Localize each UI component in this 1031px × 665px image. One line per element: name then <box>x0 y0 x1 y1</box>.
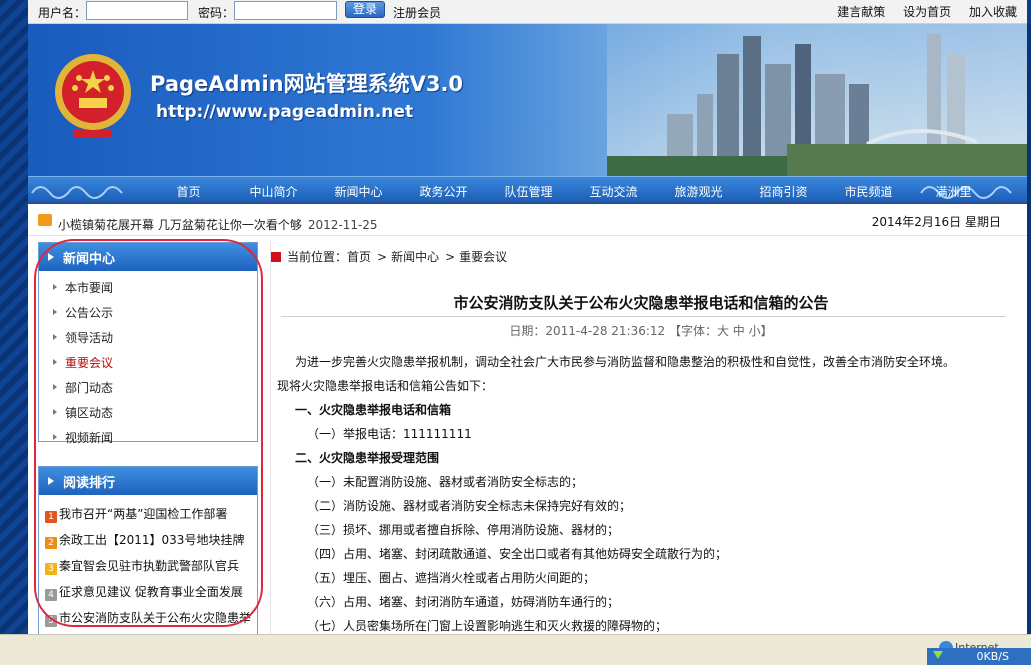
nav-item-investment[interactable]: 招商引资 <box>741 183 826 200</box>
download-arrow-icon <box>933 651 943 659</box>
site-title: PageAdmin网站管理系统V3.0 <box>150 72 464 96</box>
page-background-right <box>1027 24 1031 634</box>
breadcrumb-news-center[interactable]: 新闻中心 <box>391 250 439 264</box>
login-bar: 用户名： 密码： 登录 注册会员 建言献策 设为首页 加入收藏 <box>28 0 1027 24</box>
set-homepage-link[interactable]: 设为首页 <box>903 5 951 19</box>
main-nav: 首页 中山简介 新闻中心 政务公开 队伍管理 互动交流 旅游观光 招商引资 市民… <box>28 176 1027 204</box>
news-ticker: 小榄镇菊花展开幕 几万盆菊花让你一次看个够 2012-11-25 2014年2月1… <box>28 208 1027 236</box>
breadcrumb-home[interactable]: 首页 <box>347 250 371 264</box>
article-paragraph: （一）举报电话：111111111 <box>307 427 472 441</box>
article-list-item: （七）人员密集场所在门窗上设置影响逃生和灭火救援的障碍物的； <box>307 619 668 633</box>
site-url: http://www.pageadmin.net <box>156 102 414 122</box>
nav-item-citizen[interactable]: 市民频道 <box>826 183 911 200</box>
national-emblem-icon <box>55 54 131 138</box>
article-meta: 日期：2011-4-28 21:36:12 【字体：大 中 小】 <box>509 324 773 338</box>
ticker-date: 2012-11-25 <box>307 218 378 232</box>
nav-item-home[interactable]: 首页 <box>146 183 231 200</box>
network-speed: 0KB/S <box>976 650 1009 663</box>
current-date: 2014年2月16日 星期日 <box>871 215 1001 229</box>
article-paragraph: 为进一步完善火灾隐患举报机制，调动全社会广大市民参与消防监督和隐患整治的积极性和… <box>295 355 956 369</box>
password-input[interactable] <box>234 1 337 20</box>
nav-item-about[interactable]: 中山简介 <box>231 183 316 200</box>
speaker-icon <box>38 214 52 226</box>
nav-item-interaction[interactable]: 互动交流 <box>571 183 656 200</box>
article-body: 为进一步完善火灾隐患举报机制，调动全社会广大市民参与消防监督和隐患整治的积极性和… <box>277 350 1012 634</box>
article-section-heading: 二、火灾隐患举报受理范围 <box>295 451 440 465</box>
site-banner: PageAdmin网站管理系统V3.0 http://www.pageadmin… <box>28 24 1027 176</box>
ticker-news[interactable]: 小榄镇菊花展开幕 几万盆菊花让你一次看个够 2012-11-25 <box>58 216 378 233</box>
nav-item-news[interactable]: 新闻中心 <box>316 183 401 200</box>
add-favorite-link[interactable]: 加入收藏 <box>969 5 1017 19</box>
nav-item-manzhouli[interactable]: 满洲里 <box>911 183 996 200</box>
article-list-item: （五）埋压、圈占、遮挡消火栓或者占用防火间距的； <box>307 571 596 585</box>
article-list-item: （三）损坏、挪用或者擅自拆除、停用消防设施、器材的； <box>307 523 620 537</box>
article-area: 当前位置：首页 > 新闻中心 > 重要会议 市公安消防支队关于公布火灾隐患举报电话和信箱… <box>270 240 1015 634</box>
article-list-item: （四）占用、堵塞、封闭疏散通道、安全出口或者有其他妨碍安全疏散行为的； <box>307 547 728 561</box>
article-list-item: （二）消防设施、器材或者消防安全标志未保持完好有效的； <box>307 499 632 513</box>
nav-item-team[interactable]: 队伍管理 <box>486 183 571 200</box>
login-button[interactable]: 登录 <box>345 1 385 18</box>
page: 用户名： 密码： 登录 注册会员 建言献策 设为首页 加入收藏 PageAdmi… <box>28 0 1027 634</box>
breadcrumb: 当前位置：首页 > 新闻中心 > 重要会议 <box>271 248 507 265</box>
suggestion-link[interactable]: 建言献策 <box>837 5 885 19</box>
top-links: 建言献策 设为首页 加入收藏 <box>823 3 1017 20</box>
ticker-headline[interactable]: 小榄镇菊花展开幕 几万盆菊花让你一次看个够 <box>58 218 302 232</box>
username-label: 用户名： <box>38 6 87 20</box>
article-list-item: （一）未配置消防设施、器材或者消防安全标志的； <box>307 475 584 489</box>
network-speed-widget: 0KB/S <box>927 648 1031 665</box>
browser-status-bar: Internet <box>0 634 1031 665</box>
article-section-heading: 一、火灾隐患举报电话和信箱 <box>295 403 452 417</box>
article-list-item: （六）占用、堵塞、封闭消防车通道，妨碍消防车通行的； <box>307 595 620 609</box>
register-link[interactable]: 注册会员 <box>393 4 441 21</box>
username-input[interactable] <box>86 1 188 20</box>
breadcrumb-important-meetings[interactable]: 重要会议 <box>459 250 507 264</box>
highlight-annotation-oval <box>34 239 263 627</box>
city-skyline-image <box>607 24 1027 176</box>
article-paragraph: 现将火灾隐患举报电话和信箱公告如下： <box>277 379 494 393</box>
title-divider <box>281 316 1006 317</box>
location-icon <box>271 252 281 262</box>
password-label: 密码： <box>198 6 235 20</box>
page-background-left <box>0 0 28 665</box>
article-title: 市公安消防支队关于公布火灾隐患举报电话和信箱的公告 <box>453 294 829 312</box>
breadcrumb-separator: > <box>445 250 456 264</box>
nav-item-government[interactable]: 政务公开 <box>401 183 486 200</box>
nav-ornament-left-icon <box>31 186 123 199</box>
nav-item-tourism[interactable]: 旅游观光 <box>656 183 741 200</box>
breadcrumb-prefix: 当前位置： <box>287 250 348 264</box>
breadcrumb-separator: > <box>377 250 388 264</box>
